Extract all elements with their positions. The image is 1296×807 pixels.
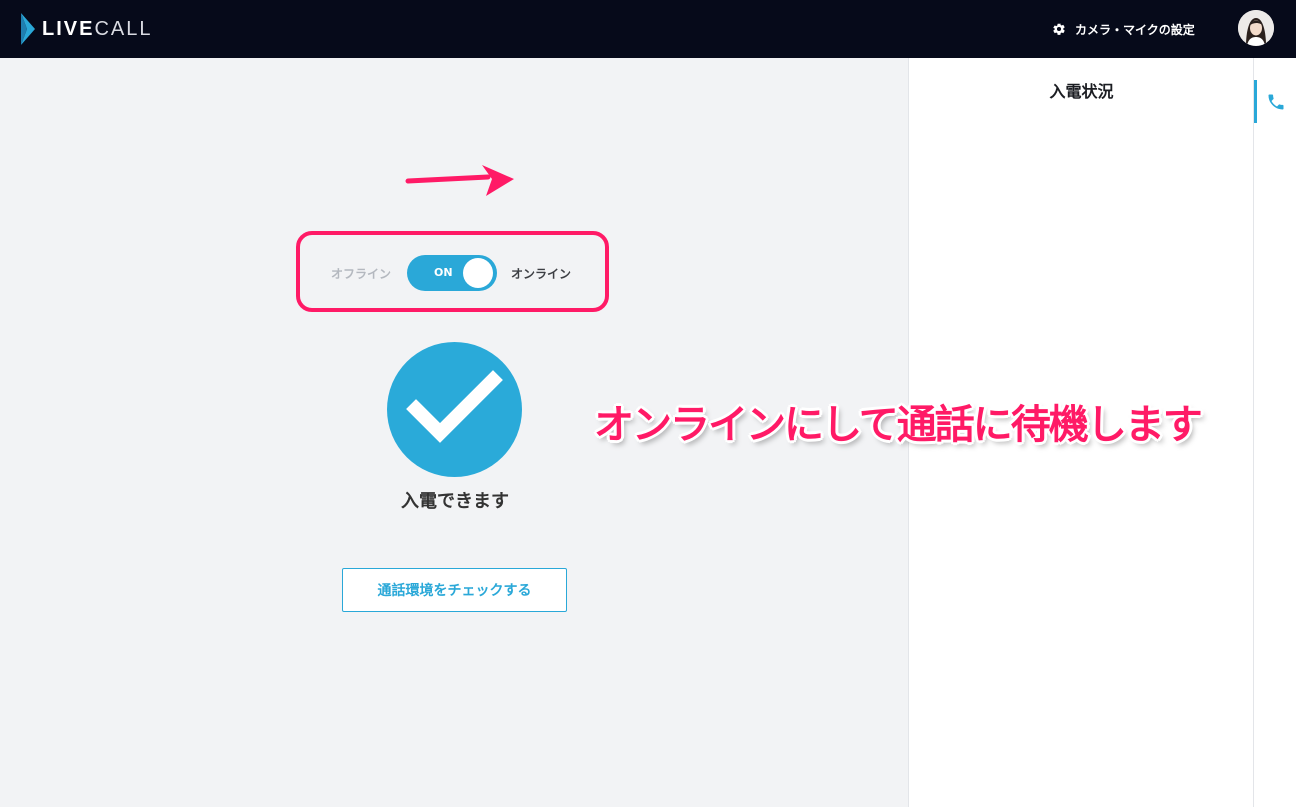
check-call-environment-button[interactable]: 通話環境をチェックする [342, 568, 567, 612]
incoming-panel-title: 入電状況 [1049, 82, 1114, 101]
top-header: LIVECALL カメラ・マイクの設定 [0, 0, 1296, 58]
online-label[interactable]: オンライン [511, 265, 571, 282]
logo-mark-icon [21, 13, 35, 45]
annotation-caption: オンラインにして通話に待機します [594, 402, 1203, 448]
offline-label[interactable]: オフライン [331, 265, 391, 282]
side-rail [1253, 58, 1296, 807]
online-status-switch: オフライン ON オンライン [331, 255, 591, 291]
status-check-badge [387, 342, 522, 477]
logo-text-call: CALL [94, 17, 153, 40]
arrow-icon [405, 165, 514, 196]
settings-label: カメラ・マイクの設定 [1075, 22, 1195, 37]
status-message: 入電できます [401, 491, 509, 512]
phone-icon [1268, 94, 1284, 110]
avatar-icon [1238, 10, 1274, 46]
logo-text: LIVECALL [42, 18, 152, 41]
livecall-logo[interactable]: LIVECALL [20, 13, 152, 45]
checkmark-icon [406, 370, 503, 443]
logo-text-live: LIVE [42, 17, 95, 40]
user-avatar[interactable] [1238, 10, 1274, 46]
toggle-knob [463, 258, 494, 288]
gear-icon [1053, 23, 1065, 35]
online-toggle[interactable]: ON [407, 255, 498, 291]
camera-mic-settings-link[interactable]: カメラ・マイクの設定 [1052, 18, 1195, 40]
toggle-on-text: ON [434, 266, 453, 279]
tab-incoming-calls[interactable] [1254, 80, 1296, 123]
